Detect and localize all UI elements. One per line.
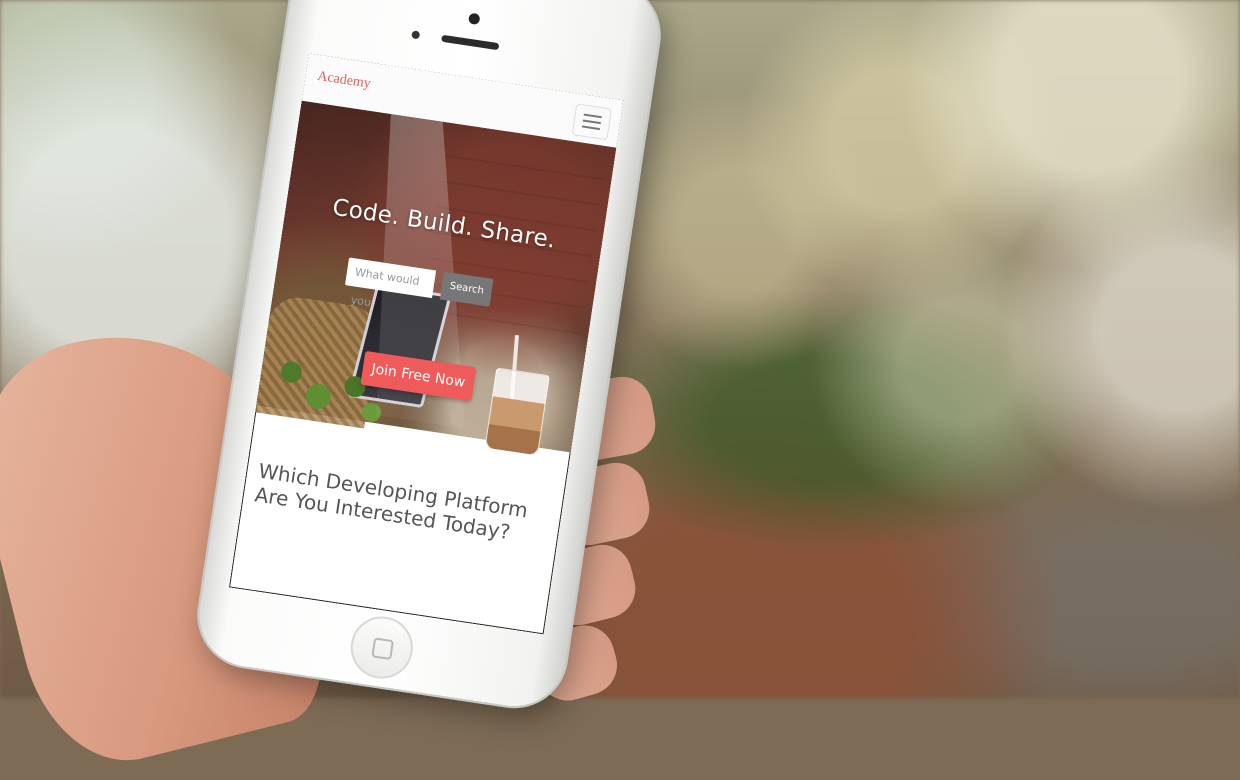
- earpiece-speaker: [441, 34, 500, 51]
- proximity-sensor: [411, 30, 421, 40]
- menu-bar: [581, 125, 600, 131]
- home-square-icon: [371, 637, 395, 661]
- menu-bar: [582, 119, 601, 125]
- phone-screen: Academy Code. Build. Share. What would y…: [229, 53, 624, 635]
- coffee-glass: [484, 367, 550, 457]
- home-button[interactable]: [346, 612, 418, 683]
- section-title: Which Developing Platform Are You Intere…: [253, 459, 553, 550]
- menu-bar: [583, 113, 602, 119]
- brand-logo[interactable]: Academy: [316, 69, 371, 93]
- search-form: What would you Search: [344, 257, 494, 309]
- hamburger-menu-icon[interactable]: [571, 103, 612, 141]
- front-camera: [467, 12, 481, 26]
- hero-section: Code. Build. Share. What would you Searc…: [255, 100, 617, 457]
